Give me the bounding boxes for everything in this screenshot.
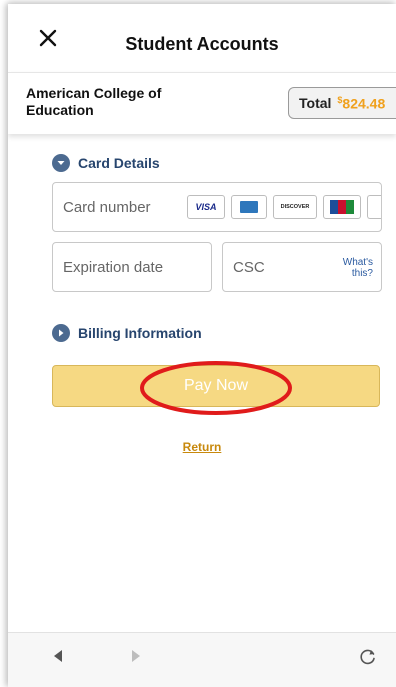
total-amount: $824.48	[337, 95, 385, 112]
header-bar: Student Accounts	[8, 4, 396, 72]
app-window: Student Accounts American College of Edu…	[8, 4, 396, 687]
card-logo-partial	[367, 195, 381, 219]
merchant-bar: American College of Education Total $824…	[8, 72, 396, 134]
return-link[interactable]: Return	[8, 440, 396, 454]
triangle-left-icon[interactable]	[52, 649, 64, 668]
total-label: Total	[299, 95, 332, 111]
whats-this-link[interactable]: What's this?	[343, 257, 373, 279]
total-value: 824.48	[342, 95, 386, 112]
csc-field[interactable]: CSC What's this?	[222, 242, 382, 292]
pay-now-button[interactable]: Pay Now	[52, 365, 380, 407]
expiration-date-field[interactable]: Expiration date	[52, 242, 212, 292]
pay-now-label: Pay Now	[183, 377, 249, 394]
card-details-toggle[interactable]: Card Details	[52, 154, 160, 172]
chevron-down-icon	[52, 154, 70, 172]
page-title: Student Accounts	[125, 34, 279, 54]
expiration-placeholder: Expiration date	[63, 258, 164, 276]
reload-icon[interactable]	[358, 647, 378, 672]
billing-info-toggle[interactable]: Billing Information	[52, 324, 202, 342]
total-badge: Total $824.48	[288, 87, 396, 119]
billing-info-label: Billing Information	[78, 325, 202, 341]
discover-logo: DISCOVER	[273, 195, 317, 219]
visa-logo: VISA	[187, 195, 225, 219]
csc-placeholder: CSC	[233, 258, 265, 276]
card-number-field[interactable]: Card number VISA DISCOVER	[52, 182, 382, 232]
card-brand-logos: VISA DISCOVER	[187, 195, 381, 219]
amex-logo	[231, 195, 267, 219]
triangle-right-icon[interactable]	[130, 649, 142, 668]
card-number-placeholder: Card number	[63, 198, 151, 216]
jcb-logo	[323, 195, 361, 219]
merchant-name: American College of Education	[26, 85, 162, 118]
chevron-right-icon	[52, 324, 70, 342]
bottom-nav-bar	[8, 632, 396, 687]
card-details-label: Card Details	[78, 155, 160, 171]
